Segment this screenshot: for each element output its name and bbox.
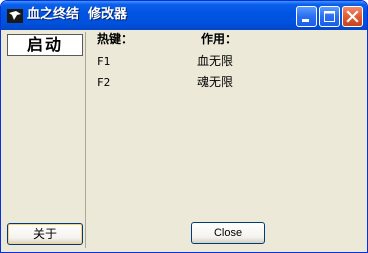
minimize-icon [302,19,309,22]
window-title: 血之终结 修改器 [27,7,128,22]
close-button[interactable]: Close [191,222,265,244]
hotkey-f2: F2 [97,76,111,89]
app-window: 血之终结 修改器 启动 关于 热键： 作用： F1 血无限 F2 魂无限 Clo… [0,0,368,253]
effect-header: 作用： [201,32,238,46]
title-bar[interactable]: 血之终结 修改器 [1,1,367,30]
hotkey-header: 热键： [97,32,134,46]
about-button[interactable]: 关于 [7,223,83,245]
sidebar-panel: 启动 关于 [5,32,86,248]
effect-f2: 魂无限 [197,75,234,89]
start-button[interactable]: 启动 [7,34,83,56]
close-window-button[interactable] [342,6,363,27]
hotkey-f1: F1 [97,55,111,68]
close-icon [346,10,359,23]
maximize-icon [324,11,335,22]
hotkey-list: 热键： 作用： F1 血无限 F2 魂无限 Close [89,32,365,250]
minimize-button[interactable] [296,6,317,27]
app-icon [7,8,23,23]
maximize-button[interactable] [319,6,340,27]
effect-f1: 血无限 [197,54,234,68]
